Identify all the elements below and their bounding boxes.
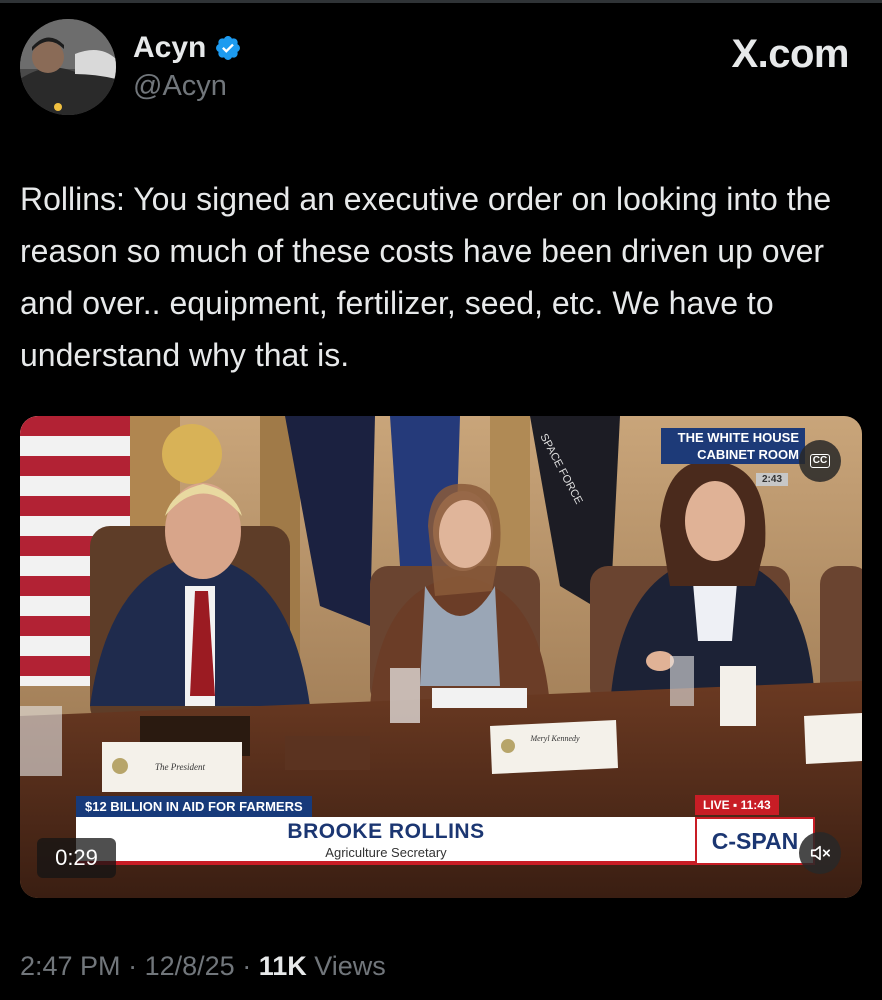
live-label: LIVE xyxy=(703,798,730,812)
live-dot-icon: ▪ xyxy=(733,798,741,812)
verified-badge-icon xyxy=(216,36,241,60)
live-indicator: LIVE ▪ 11:43 xyxy=(695,795,779,815)
placard-middle-text: Meryl Kennedy xyxy=(529,734,580,743)
network-logo: C-SPAN xyxy=(695,817,815,865)
placard-left: The President xyxy=(102,742,242,792)
location-line-1: THE WHITE HOUSE xyxy=(677,430,799,445)
meta-separator: · xyxy=(128,951,145,981)
headline-banner: $12 BILLION IN AID FOR FARMERS xyxy=(76,796,312,817)
live-time: 11:43 xyxy=(740,798,771,812)
video-player[interactable]: SPACE FORCE The President Meryl Kennedy … xyxy=(20,416,862,898)
meta-separator: · xyxy=(242,951,259,981)
location-overlay: THE WHITE HOUSE CABINET ROOM xyxy=(661,428,805,464)
brand-watermark: X.com xyxy=(731,32,849,76)
closed-captions-button[interactable]: CC xyxy=(799,440,841,482)
network-name: C-SPAN xyxy=(711,827,799,854)
location-line-2: CABINET ROOM xyxy=(697,447,799,462)
tweet-metadata: 2:47 PM · 12/8/25 · 11K Views xyxy=(20,951,386,982)
cc-icon: CC xyxy=(809,454,831,468)
views-count[interactable]: 11K xyxy=(259,951,307,981)
mute-button[interactable] xyxy=(799,832,841,874)
tweet-text: Rollins: You signed an executive order o… xyxy=(20,181,832,373)
speaker-name: BROOKE ROLLINS xyxy=(287,820,485,843)
speaker-nameplate: BROOKE ROLLINS Agriculture Secretary xyxy=(76,817,696,865)
overlay-clock: 2:43 xyxy=(756,473,789,486)
tweet-time[interactable]: 2:47 PM xyxy=(20,951,121,981)
speaker-title: Agriculture Secretary xyxy=(325,845,447,860)
speaker-muted-icon xyxy=(810,845,830,861)
placard-middle: Meryl Kennedy xyxy=(490,720,618,774)
author-name-row[interactable]: Acyn xyxy=(133,28,242,68)
author-handle[interactable]: @Acyn xyxy=(133,70,227,103)
tweet-date[interactable]: 12/8/25 xyxy=(145,951,235,981)
placard-left-text: The President xyxy=(155,762,205,772)
video-duration: 0:29 xyxy=(37,838,116,878)
author-avatar[interactable] xyxy=(20,19,116,115)
avatar-photo xyxy=(20,19,116,115)
author-name[interactable]: Acyn xyxy=(133,31,206,65)
views-label: Views xyxy=(314,951,386,981)
top-divider xyxy=(0,0,882,3)
